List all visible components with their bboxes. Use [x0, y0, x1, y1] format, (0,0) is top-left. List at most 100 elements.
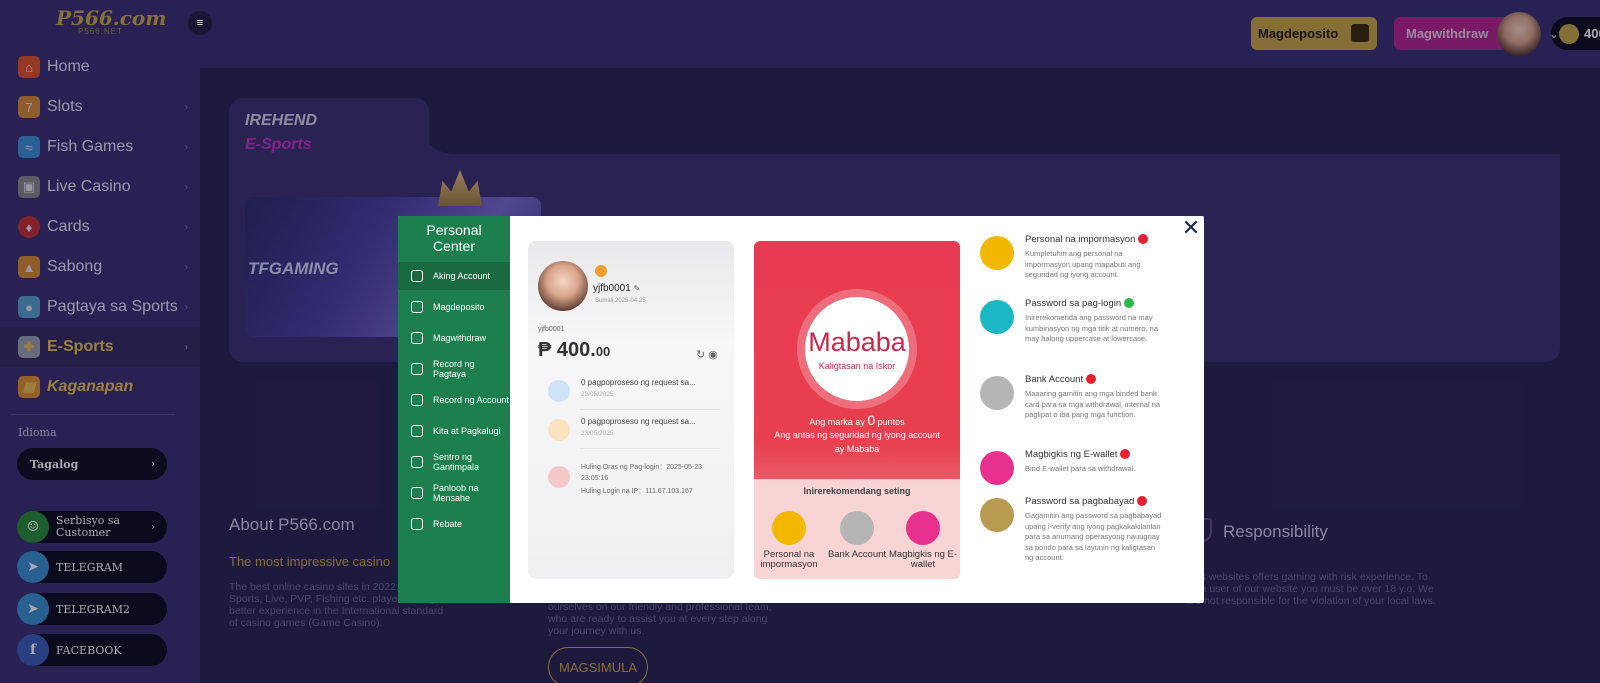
score-prefix: Ang marka ay [809, 417, 865, 427]
account-card: yjfb0001 ✎ Sumali 2025-04-25 yjfb0001 ₱ … [528, 241, 734, 579]
avatar[interactable] [538, 261, 588, 311]
last-login-ip: Huling Login na IP：111.67.103.167 [581, 488, 693, 495]
warning-icon [1138, 234, 1149, 245]
request-date: 23/05/2025 [581, 391, 614, 398]
item-description: Inirerekomenda ang password na may kumbi… [1025, 313, 1158, 343]
record-icon [411, 394, 423, 406]
request-date: 23/05/2025 [581, 430, 614, 437]
menu-label: Record ng Pagtaya [433, 359, 475, 379]
list-item[interactable]: 0 pagpoproseso ng request sa... 23/05/202… [544, 415, 724, 451]
item-title-text: Password sa pag-login [1025, 298, 1122, 309]
joined-date: Sumali 2025-04-25 [595, 298, 646, 304]
menu-label: Aking Account [433, 271, 491, 281]
item-title-text: Personal na impormasyon [1025, 234, 1136, 245]
payment-password-icon [980, 498, 1014, 532]
ewallet-icon [906, 511, 940, 545]
security-description: Ang antas ng seguridad ng iyong account … [774, 430, 940, 454]
username: yjfb0001 ✎ [593, 283, 640, 294]
at-icon [411, 487, 423, 499]
bank-card-icon [980, 376, 1014, 410]
menu-label: Magdeposito [433, 302, 485, 312]
item-title: Personal na impormasyon [1025, 234, 1149, 245]
warning-icon [1137, 496, 1148, 507]
menu-reward-center[interactable]: Sentro ng Gantimpala [398, 448, 510, 476]
option-label: Personal na impormasyon [760, 549, 818, 570]
close-icon[interactable]: ✕ [1179, 217, 1203, 241]
menu-toggle-icon[interactable]: ≡ [188, 11, 212, 35]
score-value: 0 [867, 412, 876, 428]
reward-icon [411, 456, 423, 468]
security-score: Ang marka ay 0 puntos [754, 412, 960, 428]
menu-label: Magwithdraw [433, 333, 487, 343]
edit-icon[interactable]: ✎ [634, 284, 641, 293]
item-title: Password sa pag-login [1025, 298, 1135, 309]
profit-icon [411, 425, 423, 437]
username-text: yjfb0001 [593, 283, 631, 294]
menu-profit-loss[interactable]: Kita at Pagkalugi [398, 417, 510, 445]
menu-account-record[interactable]: Record ng Account [398, 386, 510, 414]
security-score-card: Mababa Kaligtasan na Iskor Ang marka ay … [754, 241, 960, 579]
divider [580, 448, 720, 449]
item-title: Magbigkis ng E-wallet [1025, 449, 1131, 460]
menu-withdraw[interactable]: Magwithdraw [398, 324, 510, 352]
last-login-time: Huling Oras ng Pag-login：2025-05-23 23:0… [581, 464, 703, 482]
personal-center-modal: Personal Center Aking Account Magdeposit… [398, 216, 1204, 603]
user-icon [980, 236, 1014, 270]
item-description: Gagamitin ang password sa pagbabayad upa… [1025, 511, 1162, 562]
item-description: Maaaring gamitin ang mga binded bank car… [1025, 389, 1161, 419]
menu-label: Kita at Pagkalugi [433, 426, 501, 436]
lock-icon [980, 300, 1014, 334]
recommended-settings: Inirerekomendang seting Personal na impo… [754, 479, 960, 579]
divider [580, 409, 720, 410]
menu-label: Rebate [433, 519, 463, 529]
score-suffix: puntos [877, 417, 905, 427]
recommend-ewallet[interactable]: Magbigkis ng E-wallet [888, 511, 958, 570]
withdraw-request-icon [548, 419, 570, 441]
menu-deposit[interactable]: Magdeposito [398, 293, 510, 321]
item-title-text: Password sa pagbabayad [1025, 496, 1135, 507]
item-description: Bind E-wallet para sa withdrawal. [1025, 464, 1136, 473]
shield-icon [548, 466, 570, 488]
user-id: yjfb0001 [538, 326, 565, 333]
menu-label: Sentro ng Gantimpala [433, 452, 480, 472]
deposit-request-icon [548, 380, 570, 402]
personal-center-title: Personal Center [426, 222, 482, 254]
menu-rebate[interactable]: Rebate [398, 510, 510, 538]
rebate-icon [411, 518, 423, 530]
vip-badge-icon [595, 265, 607, 277]
list-item[interactable]: 0 pagpoproseso ng request sa... 23/05/202… [544, 376, 724, 412]
bank-card-icon [840, 511, 874, 545]
item-title: Bank Account [1025, 374, 1097, 385]
option-label: Bank Account [827, 549, 887, 560]
balance-main: ₱ 400. [538, 339, 596, 361]
withdraw-icon [411, 332, 423, 344]
item-title: Password sa pagbabayad [1025, 496, 1148, 507]
request-text: 0 pagpoproseso ng request sa... [581, 417, 696, 426]
menu-internal-message[interactable]: Panloob na Mensahe [398, 479, 510, 507]
personal-center-sidebar: Personal Center Aking Account Magdeposit… [398, 216, 510, 603]
check-icon [1124, 298, 1135, 309]
refresh-icon[interactable]: ↻ ◉ [696, 348, 718, 361]
last-login-info: Huling Oras ng Pag-login：2025-05-23 23:0… [544, 462, 724, 502]
warning-icon [1120, 449, 1131, 460]
warning-icon [1086, 374, 1097, 385]
security-level-caption: Kaligtasan na Iskor [818, 361, 896, 371]
recommended-title: Inirerekomendang seting [803, 486, 911, 496]
item-title-text: Magbigkis ng E-wallet [1025, 449, 1118, 460]
menu-label: Panloob na Mensahe [433, 483, 479, 503]
item-title-text: Bank Account [1025, 374, 1084, 385]
menu-bet-record[interactable]: Record ng Pagtaya [398, 355, 510, 383]
menu-label: Record ng Account [433, 395, 510, 405]
record-icon [411, 363, 423, 375]
deposit-icon [411, 301, 423, 313]
menu-my-account[interactable]: Aking Account [398, 262, 510, 290]
ewallet-icon [980, 451, 1014, 485]
recommend-personal-info[interactable]: Personal na impormasyon [754, 511, 824, 570]
user-icon [772, 511, 806, 545]
request-text: 0 pagpoproseso ng request sa... [581, 378, 696, 387]
account-icon [411, 270, 423, 282]
recommend-bank-account[interactable]: Bank Account [822, 511, 892, 560]
option-label: Magbigkis ng E-wallet [888, 549, 958, 570]
security-level: Mababa [808, 327, 906, 357]
balance-decimals: 00 [595, 344, 611, 359]
